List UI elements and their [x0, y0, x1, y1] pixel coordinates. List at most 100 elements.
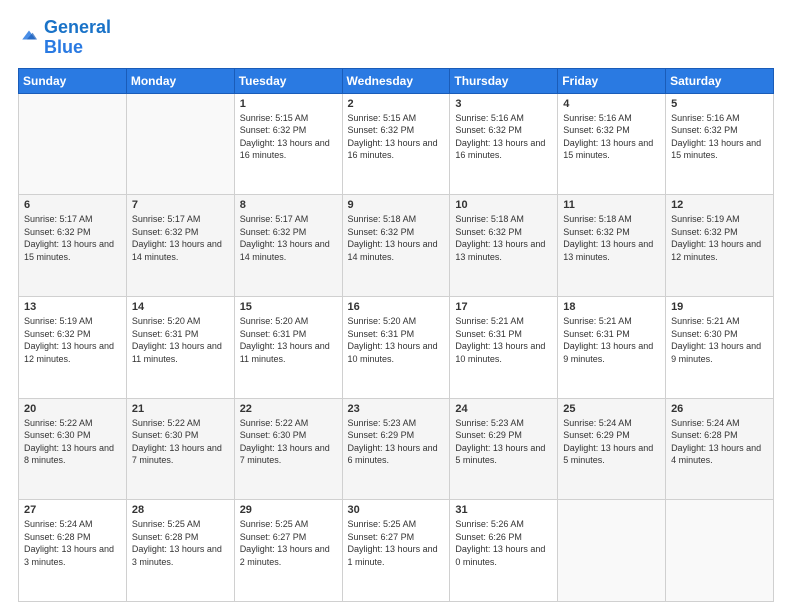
day-info: Sunrise: 5:18 AM Sunset: 6:32 PM Dayligh…: [455, 213, 552, 263]
calendar-cell: 6 Sunrise: 5:17 AM Sunset: 6:32 PM Daylig…: [19, 195, 127, 297]
day-info: Sunrise: 5:20 AM Sunset: 6:31 PM Dayligh…: [240, 315, 337, 365]
calendar-cell: 9 Sunrise: 5:18 AM Sunset: 6:32 PM Daylig…: [342, 195, 450, 297]
calendar-cell: 21 Sunrise: 5:22 AM Sunset: 6:30 PM Dayli…: [126, 398, 234, 500]
header: General Blue: [18, 18, 774, 58]
calendar-cell: 31 Sunrise: 5:26 AM Sunset: 6:26 PM Dayli…: [450, 500, 558, 602]
weekday-header-thursday: Thursday: [450, 68, 558, 93]
calendar-cell: 19Sunrise: 5:21 AM Sunset: 6:30 PM Dayli…: [666, 296, 774, 398]
weekday-header-monday: Monday: [126, 68, 234, 93]
day-info: Sunrise: 5:16 AM Sunset: 6:32 PM Dayligh…: [455, 112, 552, 162]
day-number: 5: [671, 98, 768, 110]
day-info: Sunrise: 5:24 AM Sunset: 6:28 PM Dayligh…: [24, 518, 121, 568]
calendar-cell: 20 Sunrise: 5:22 AM Sunset: 6:30 PM Dayli…: [19, 398, 127, 500]
calendar-cell: [126, 93, 234, 195]
day-number: 8: [240, 199, 337, 211]
calendar-cell: [666, 500, 774, 602]
calendar-cell: 25 Sunrise: 5:24 AM Sunset: 6:29 PM Dayli…: [558, 398, 666, 500]
day-info: Sunrise: 5:15 AM Sunset: 6:32 PM Dayligh…: [348, 112, 445, 162]
weekday-header-tuesday: Tuesday: [234, 68, 342, 93]
day-number: 6: [24, 199, 121, 211]
calendar-cell: 10 Sunrise: 5:18 AM Sunset: 6:32 PM Dayli…: [450, 195, 558, 297]
calendar-cell: [558, 500, 666, 602]
day-info: Sunrise: 5:22 AM Sunset: 6:30 PM Dayligh…: [240, 417, 337, 467]
day-info: Sunrise: 5:23 AM Sunset: 6:29 PM Dayligh…: [455, 417, 552, 467]
day-info: Sunrise: 5:23 AM Sunset: 6:29 PM Dayligh…: [348, 417, 445, 467]
day-info: Sunrise: 5:17 AM Sunset: 6:32 PM Dayligh…: [240, 213, 337, 263]
calendar-cell: 29Sunrise: 5:25 AM Sunset: 6:27 PM Dayli…: [234, 500, 342, 602]
calendar-cell: 5 Sunrise: 5:16 AM Sunset: 6:32 PM Daylig…: [666, 93, 774, 195]
logo: General Blue: [18, 18, 111, 58]
day-number: 14: [132, 301, 229, 313]
day-info: Sunrise: 5:22 AM Sunset: 6:30 PM Dayligh…: [24, 417, 121, 467]
day-info: Sunrise: 5:17 AM Sunset: 6:32 PM Dayligh…: [132, 213, 229, 263]
calendar-cell: 8 Sunrise: 5:17 AM Sunset: 6:32 PM Daylig…: [234, 195, 342, 297]
day-number: 26: [671, 403, 768, 415]
day-number: 7: [132, 199, 229, 211]
day-info: Sunrise: 5:19 AM Sunset: 6:32 PM Dayligh…: [671, 213, 768, 263]
day-number: 2: [348, 98, 445, 110]
day-number: 25: [563, 403, 660, 415]
day-info: Sunrise: 5:17 AM Sunset: 6:32 PM Dayligh…: [24, 213, 121, 263]
calendar-week-row: 13 Sunrise: 5:19 AM Sunset: 6:32 PM Dayli…: [19, 296, 774, 398]
day-info: Sunrise: 5:20 AM Sunset: 6:31 PM Dayligh…: [132, 315, 229, 365]
calendar-week-row: 6 Sunrise: 5:17 AM Sunset: 6:32 PM Daylig…: [19, 195, 774, 297]
weekday-header-friday: Friday: [558, 68, 666, 93]
calendar-cell: 13 Sunrise: 5:19 AM Sunset: 6:32 PM Dayli…: [19, 296, 127, 398]
day-number: 12: [671, 199, 768, 211]
calendar-table: SundayMondayTuesdayWednesdayThursdayFrid…: [18, 68, 774, 602]
calendar-cell: 28Sunrise: 5:25 AM Sunset: 6:28 PM Dayli…: [126, 500, 234, 602]
page: General Blue SundayMondayTuesdayWednesda…: [0, 0, 792, 612]
day-number: 16: [348, 301, 445, 313]
calendar-cell: 15Sunrise: 5:20 AM Sunset: 6:31 PM Dayli…: [234, 296, 342, 398]
calendar-cell: 26 Sunrise: 5:24 AM Sunset: 6:28 PM Dayli…: [666, 398, 774, 500]
calendar-cell: 27 Sunrise: 5:24 AM Sunset: 6:28 PM Dayli…: [19, 500, 127, 602]
calendar-cell: 12 Sunrise: 5:19 AM Sunset: 6:32 PM Dayli…: [666, 195, 774, 297]
day-info: Sunrise: 5:24 AM Sunset: 6:28 PM Dayligh…: [671, 417, 768, 467]
day-number: 20: [24, 403, 121, 415]
day-number: 1: [240, 98, 337, 110]
day-number: 10: [455, 199, 552, 211]
calendar-cell: 14 Sunrise: 5:20 AM Sunset: 6:31 PM Dayli…: [126, 296, 234, 398]
day-info: Sunrise: 5:19 AM Sunset: 6:32 PM Dayligh…: [24, 315, 121, 365]
day-info: Sunrise: 5:16 AM Sunset: 6:32 PM Dayligh…: [671, 112, 768, 162]
day-info: Sunrise: 5:26 AM Sunset: 6:26 PM Dayligh…: [455, 518, 552, 568]
calendar-cell: 1 Sunrise: 5:15 AM Sunset: 6:32 PM Daylig…: [234, 93, 342, 195]
day-number: 19: [671, 301, 768, 313]
day-number: 31: [455, 504, 552, 516]
day-number: 13: [24, 301, 121, 313]
day-info: Sunrise: 5:15 AM Sunset: 6:32 PM Dayligh…: [240, 112, 337, 162]
day-number: 17: [455, 301, 552, 313]
weekday-header-saturday: Saturday: [666, 68, 774, 93]
calendar-cell: 24 Sunrise: 5:23 AM Sunset: 6:29 PM Dayli…: [450, 398, 558, 500]
day-number: 24: [455, 403, 552, 415]
calendar-cell: 17Sunrise: 5:21 AM Sunset: 6:31 PM Dayli…: [450, 296, 558, 398]
day-number: 11: [563, 199, 660, 211]
day-info: Sunrise: 5:18 AM Sunset: 6:32 PM Dayligh…: [348, 213, 445, 263]
day-number: 21: [132, 403, 229, 415]
logo-icon: [20, 26, 38, 44]
day-number: 30: [348, 504, 445, 516]
day-number: 9: [348, 199, 445, 211]
day-info: Sunrise: 5:20 AM Sunset: 6:31 PM Dayligh…: [348, 315, 445, 365]
day-info: Sunrise: 5:24 AM Sunset: 6:29 PM Dayligh…: [563, 417, 660, 467]
calendar-cell: [19, 93, 127, 195]
calendar-cell: 2 Sunrise: 5:15 AM Sunset: 6:32 PM Daylig…: [342, 93, 450, 195]
weekday-header-wednesday: Wednesday: [342, 68, 450, 93]
day-number: 23: [348, 403, 445, 415]
calendar-cell: 7 Sunrise: 5:17 AM Sunset: 6:32 PM Daylig…: [126, 195, 234, 297]
calendar-cell: 11Sunrise: 5:18 AM Sunset: 6:32 PM Dayli…: [558, 195, 666, 297]
weekday-header-sunday: Sunday: [19, 68, 127, 93]
calendar-cell: 18 Sunrise: 5:21 AM Sunset: 6:31 PM Dayli…: [558, 296, 666, 398]
day-info: Sunrise: 5:22 AM Sunset: 6:30 PM Dayligh…: [132, 417, 229, 467]
calendar-week-row: 1 Sunrise: 5:15 AM Sunset: 6:32 PM Daylig…: [19, 93, 774, 195]
day-info: Sunrise: 5:21 AM Sunset: 6:31 PM Dayligh…: [563, 315, 660, 365]
day-number: 29: [240, 504, 337, 516]
day-number: 27: [24, 504, 121, 516]
calendar-cell: 30Sunrise: 5:25 AM Sunset: 6:27 PM Dayli…: [342, 500, 450, 602]
day-number: 4: [563, 98, 660, 110]
day-number: 18: [563, 301, 660, 313]
day-number: 28: [132, 504, 229, 516]
day-info: Sunrise: 5:16 AM Sunset: 6:32 PM Dayligh…: [563, 112, 660, 162]
calendar-cell: 4 Sunrise: 5:16 AM Sunset: 6:32 PM Daylig…: [558, 93, 666, 195]
calendar-cell: 23 Sunrise: 5:23 AM Sunset: 6:29 PM Dayli…: [342, 398, 450, 500]
